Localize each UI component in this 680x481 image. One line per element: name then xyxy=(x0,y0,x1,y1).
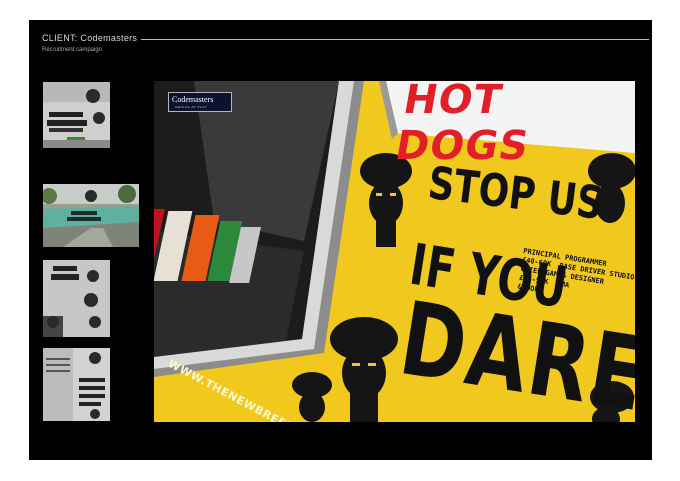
route-to-the-top-poster-image xyxy=(43,260,110,337)
thumb-wish-granted[interactable] xyxy=(43,82,110,148)
thumb-path-to-glory[interactable] xyxy=(43,184,139,247)
codemasters-logo: Codemasters GENIUS AT PLAY xyxy=(168,92,232,112)
presentation-slide: CLIENT: Codemasters Recruitment campaign xyxy=(29,20,652,460)
logo-wordmark: Codemasters xyxy=(172,95,214,104)
hero-van-photo: Codemasters GENIUS AT PLAY HOT DOGS STOP… xyxy=(154,81,635,422)
thumb-route-to-the-top[interactable] xyxy=(43,260,110,337)
title-divider xyxy=(141,39,649,40)
nothing-can-stop-us-poster-image xyxy=(43,348,110,421)
path-to-glory-photo-image xyxy=(43,184,139,247)
campaign-subtitle: Recruitment campaign xyxy=(42,47,103,53)
client-title: CLIENT: Codemasters xyxy=(42,33,138,43)
hot-dogs-sign: HOT DOGS xyxy=(391,81,533,169)
logo-tagline: GENIUS AT PLAY xyxy=(175,105,208,109)
wish-granted-poster-image xyxy=(43,82,110,148)
thumb-nothing-can-stop-us[interactable] xyxy=(43,348,110,421)
